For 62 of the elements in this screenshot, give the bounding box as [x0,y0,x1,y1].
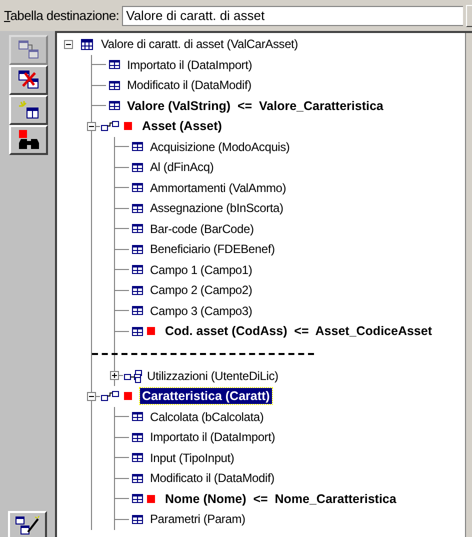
tree-item-label[interactable]: Asset (Asset) [140,118,224,134]
tree-item-label[interactable]: Campo 2 (Campo2) [148,282,254,298]
table-icon [109,80,120,90]
table-wand-icon [14,515,40,535]
tree-item-label[interactable]: Input (TipoInput) [148,450,236,466]
tree-item-label[interactable]: Parametri (Param) [148,511,248,528]
table-icon [132,286,143,295]
table-icon [132,244,143,254]
destination-table-label: Tabella destinazione: [4,8,120,23]
collapse-toggle[interactable] [64,40,73,49]
tree-item-label[interactable]: Calcolata (bCalcolata) [148,408,266,425]
table-icon [132,514,143,524]
tree-item-label[interactable]: Valore (ValString) <= Valore_Caratteristica [125,98,386,114]
tree-item-label[interactable]: Modificato il (DataModif) [125,77,254,94]
tree-item-label[interactable]: Nome (Nome) <= Nome_Caratteristica [163,490,398,507]
tree-item-label[interactable]: Al (dFinAcq) [148,159,216,176]
table-icon [132,494,143,504]
tree-item-label[interactable]: Acquisizione (ModoAcquis) [148,138,292,155]
table-icon [132,306,143,316]
table-icon [132,142,143,152]
collapse-toggle[interactable] [87,122,96,131]
tree-item-label[interactable]: Campo 3 (Campo3) [148,302,254,319]
tree-item-label[interactable]: Utilizzazioni (UtenteDiLic) [145,368,280,384]
table-icon [81,38,93,50]
table-cross-icon [18,70,40,90]
destination-table-field[interactable]: Valore di caratt. di asset [122,6,463,26]
wizard-button[interactable] [8,511,47,537]
tree-item-label[interactable]: Campo 1 (Campo1) [148,262,254,278]
table-icon [132,183,143,192]
toolbar-button[interactable] [9,125,48,155]
tree-item-label[interactable]: Modificato il (DataModif) [148,470,276,486]
tree-item-label[interactable]: Caratteristica (Caratt) [140,388,272,404]
table-icon [109,101,120,110]
scrollbar[interactable] [465,33,472,537]
table-icon [109,60,120,70]
toolbar-button[interactable] [9,65,48,95]
table-icon [132,204,143,213]
tree-item-label[interactable]: Assegnazione (bInScorta) [148,200,286,216]
table-icon [132,224,143,234]
collapse-toggle[interactable] [87,392,96,401]
expand-toggle[interactable] [110,371,119,380]
tree-item-label[interactable]: Importato il (DataImport) [148,429,278,446]
linked-boxes-icon [100,120,120,132]
tree-item-label[interactable]: Importato il (DataImport) [125,56,254,73]
sparkle-table-icon [18,100,40,120]
table-icon [132,326,143,336]
table-icon [132,453,143,462]
table-icon [132,265,143,274]
table-icon [132,162,143,172]
linked-boxes-icon [123,368,143,383]
tree-item-label[interactable]: Cod. asset (CodAss) <= Asset_CodiceAsset [163,323,434,340]
table-icon [132,412,143,422]
tables-icon [18,40,40,60]
tree-item-label[interactable]: Beneficiario (FDEBenef) [148,241,277,258]
table-icon [132,474,143,483]
tree-item-label[interactable]: Bar-code (BarCode) [148,220,256,237]
toolbar-button[interactable] [9,95,48,125]
tree-item-label[interactable]: Valore di caratt. di asset (ValCarAsset) [99,36,300,52]
table-icon [132,432,143,442]
tree-item-label[interactable]: Ammortamenti (ValAmmo) [148,180,288,196]
linked-boxes-icon [100,390,120,402]
binoculars-icon [16,129,40,151]
